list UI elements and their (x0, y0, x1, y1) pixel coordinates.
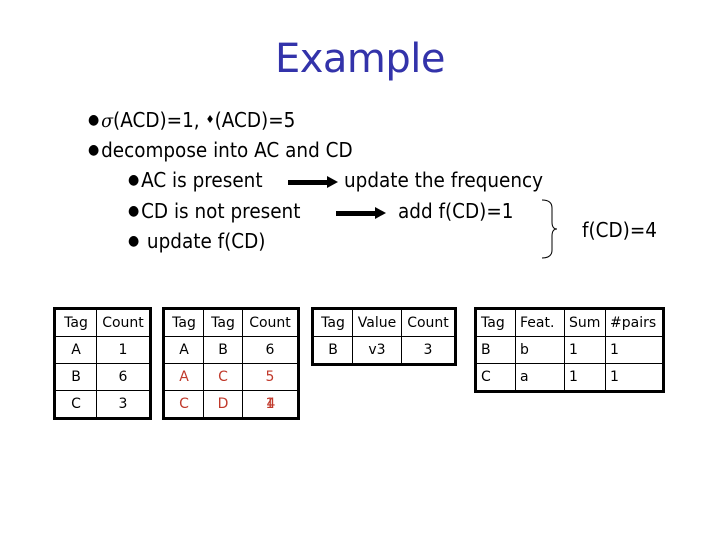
slide-title: Example (274, 36, 446, 82)
column-header: Tag (475, 308, 516, 337)
table-cell: 3 (401, 336, 456, 365)
arrow-right-icon (288, 176, 338, 188)
subbullet-cd-not-present: ●CD is not present (128, 199, 300, 223)
table-cell: B (203, 336, 243, 364)
table-row: A 1 (54, 336, 151, 364)
tag-value-count-table: Tag Value Count B v3 3 (311, 307, 457, 366)
update-fcd-text: update f(CD) (141, 229, 266, 253)
diamond-icon: ♦ (205, 113, 215, 126)
table-row-highlighted: A C 5 (163, 363, 299, 391)
table-cell: A (163, 336, 204, 364)
cd-not-present-text: CD is not present (141, 199, 301, 223)
table-header-row: Tag Tag Count (163, 308, 299, 337)
tag-feature-sum-table: Tag Feat. Sum #pairs B b 1 1 C a 1 1 (474, 307, 665, 393)
column-header: Sum (564, 308, 606, 337)
bullet-decompose: ●decompose into AC and CD (88, 138, 353, 162)
table-row: B 6 (54, 363, 151, 391)
column-header: Value (352, 308, 402, 337)
decompose-text: decompose into AC and CD (101, 138, 353, 162)
table-cell: A (54, 336, 97, 364)
subbullet-ac-present: ●AC is present (128, 168, 263, 192)
column-header: Count (401, 308, 456, 337)
table-cell: v3 (352, 336, 402, 365)
table-cell: b (515, 336, 565, 364)
table-cell: C (54, 390, 97, 419)
table-cell: a (515, 363, 565, 392)
tag-count-table: Tag Count A 1 B 6 C 3 (53, 307, 152, 420)
add-fcd-text: add f(CD)=1 (398, 199, 514, 223)
sigma-symbol: σ (101, 110, 114, 132)
table-row-highlighted: C D 14 (163, 390, 299, 419)
table-cell: 1 (96, 336, 151, 364)
table-cell: B (54, 363, 97, 391)
update-frequency-text: update the frequency (344, 168, 544, 192)
table-cell: C (163, 390, 204, 419)
table-cell: 3 (96, 390, 151, 419)
table-row: B b 1 1 (475, 336, 664, 364)
bullet-icon: ● (128, 203, 140, 219)
table-cell: 6 (96, 363, 151, 391)
table-header-row: Tag Value Count (312, 308, 456, 337)
table-row: B v3 3 (312, 336, 456, 365)
column-header: Tag (163, 308, 204, 337)
table-header-row: Tag Feat. Sum #pairs (475, 308, 664, 337)
table-cell: A (163, 363, 204, 391)
table-header-row: Tag Count (54, 308, 151, 337)
table-cell: C (203, 363, 243, 391)
table-cell: 1 (605, 336, 664, 364)
frequency-text: (ACD)=5 (214, 108, 296, 132)
column-header: Count (242, 308, 299, 337)
table-cell: 6 (242, 336, 299, 364)
bullet-icon: ● (128, 233, 140, 249)
table-cell: C (475, 363, 516, 392)
bullet-icon: ● (128, 172, 140, 188)
column-header: Tag (54, 308, 97, 337)
table-cell: D (203, 390, 243, 419)
bullet-support: ●σ(ACD)=1, ♦(ACD)=5 (88, 108, 295, 133)
bullet-icon: ● (88, 112, 100, 128)
table-cell: 1 (605, 363, 664, 392)
column-header: Count (96, 308, 151, 337)
table-row: A B 6 (163, 336, 299, 364)
bullet-icon: ● (88, 142, 100, 158)
right-brace-icon (541, 199, 558, 259)
ac-present-text: AC is present (141, 168, 263, 192)
table-cell-overlap: 14 (242, 390, 299, 419)
arrow-right-icon (336, 207, 386, 219)
support-text: (ACD)=1, (113, 108, 206, 132)
table-cell: B (312, 336, 353, 365)
new-count-value: 4 (266, 396, 276, 412)
column-header: #pairs (605, 308, 664, 337)
table-row: C 3 (54, 390, 151, 419)
column-header: Tag (312, 308, 353, 337)
subbullet-update-fcd: ● update f(CD) (128, 229, 265, 253)
result-fcd: f(CD)=4 (582, 218, 657, 242)
table-cell: 1 (564, 336, 606, 364)
tag-pair-count-table: Tag Tag Count A B 6 A C 5 C D 14 (162, 307, 300, 420)
column-header: Feat. (515, 308, 565, 337)
table-cell: 1 (564, 363, 606, 392)
column-header: Tag (203, 308, 243, 337)
table-cell: B (475, 336, 516, 364)
table-cell: 5 (242, 363, 299, 391)
table-row: C a 1 1 (475, 363, 664, 392)
